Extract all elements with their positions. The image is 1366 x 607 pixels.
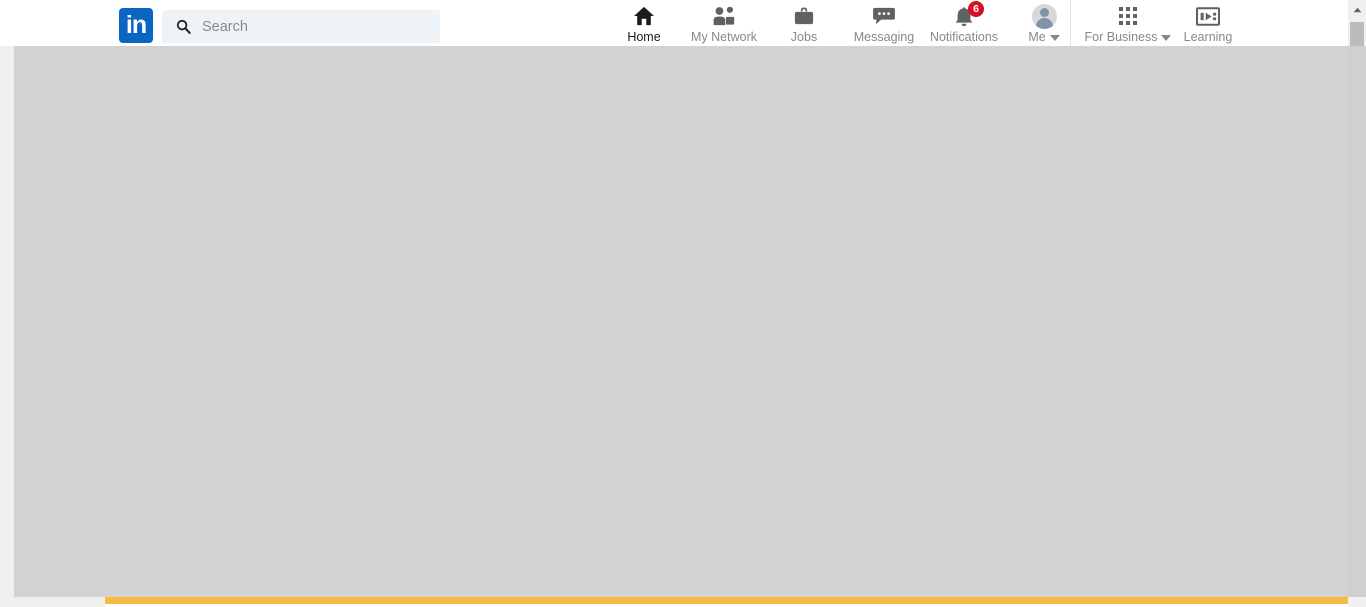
- nav-item-learning[interactable]: Learning: [1168, 0, 1248, 46]
- nav-label-my-network: My Network: [691, 30, 757, 44]
- search-icon: [176, 19, 191, 34]
- bell-icon: 6: [953, 1, 984, 28]
- bottom-accent-bar: [105, 597, 1348, 604]
- notification-badge: 6: [968, 1, 984, 17]
- avatar-icon: [1031, 3, 1057, 29]
- search-box[interactable]: [162, 10, 440, 43]
- bottom-bar-left-gap: [0, 597, 105, 607]
- linkedin-logo[interactable]: in: [119, 8, 153, 43]
- nav-label-me: Me: [1028, 30, 1060, 44]
- scrollbar-bottom-strip: [1348, 597, 1366, 607]
- avatar-head: [1039, 7, 1049, 17]
- nav-label-for-business: For Business: [1085, 30, 1172, 44]
- nav-label-learning: Learning: [1183, 30, 1233, 44]
- top-navigation-bar: in Home: [0, 0, 1348, 46]
- nav-item-home[interactable]: Home: [604, 0, 684, 46]
- avatar-body: [1035, 17, 1053, 29]
- nav-item-me[interactable]: Me: [1004, 0, 1084, 46]
- grid-icon: [1119, 4, 1137, 28]
- nav-item-notifications[interactable]: 6 Notifications: [924, 0, 1004, 46]
- scroll-up-arrow-button[interactable]: [1348, 0, 1366, 20]
- chevron-down-icon: [1049, 34, 1060, 41]
- avatar: [1031, 3, 1057, 29]
- page-root: in Home: [0, 0, 1366, 607]
- briefcase-icon: [793, 4, 815, 28]
- home-icon: [633, 4, 655, 28]
- nav-label-messaging: Messaging: [853, 30, 915, 44]
- nav-divider: [1070, 0, 1071, 46]
- nav-item-for-business[interactable]: For Business: [1085, 0, 1172, 46]
- secondary-nav: For Business Learning: [1085, 0, 1248, 46]
- scrollbar-thumb[interactable]: [1350, 22, 1364, 47]
- nav-label-notifications: Notifications: [929, 30, 999, 44]
- search-input[interactable]: [200, 14, 414, 39]
- primary-nav: Home My Network Jobs Messaging 6 Notific…: [604, 0, 1084, 46]
- nav-label-for-business-text: For Business: [1084, 30, 1158, 44]
- main-content-area: [14, 46, 1348, 597]
- nav-label-home: Home: [627, 30, 661, 44]
- left-gutter: [0, 46, 14, 607]
- nav-item-jobs[interactable]: Jobs: [764, 0, 844, 46]
- nav-label-me-text: Me: [1028, 30, 1046, 44]
- vertical-scrollbar[interactable]: [1348, 0, 1366, 607]
- nav-item-my-network[interactable]: My Network: [684, 0, 764, 46]
- nav-label-jobs: Jobs: [790, 30, 818, 44]
- chat-bubble-icon: [872, 4, 896, 28]
- scrollbar-track-lower[interactable]: [1348, 46, 1366, 597]
- people-icon: [712, 4, 736, 28]
- learning-icon: [1196, 4, 1220, 28]
- nav-item-messaging[interactable]: Messaging: [844, 0, 924, 46]
